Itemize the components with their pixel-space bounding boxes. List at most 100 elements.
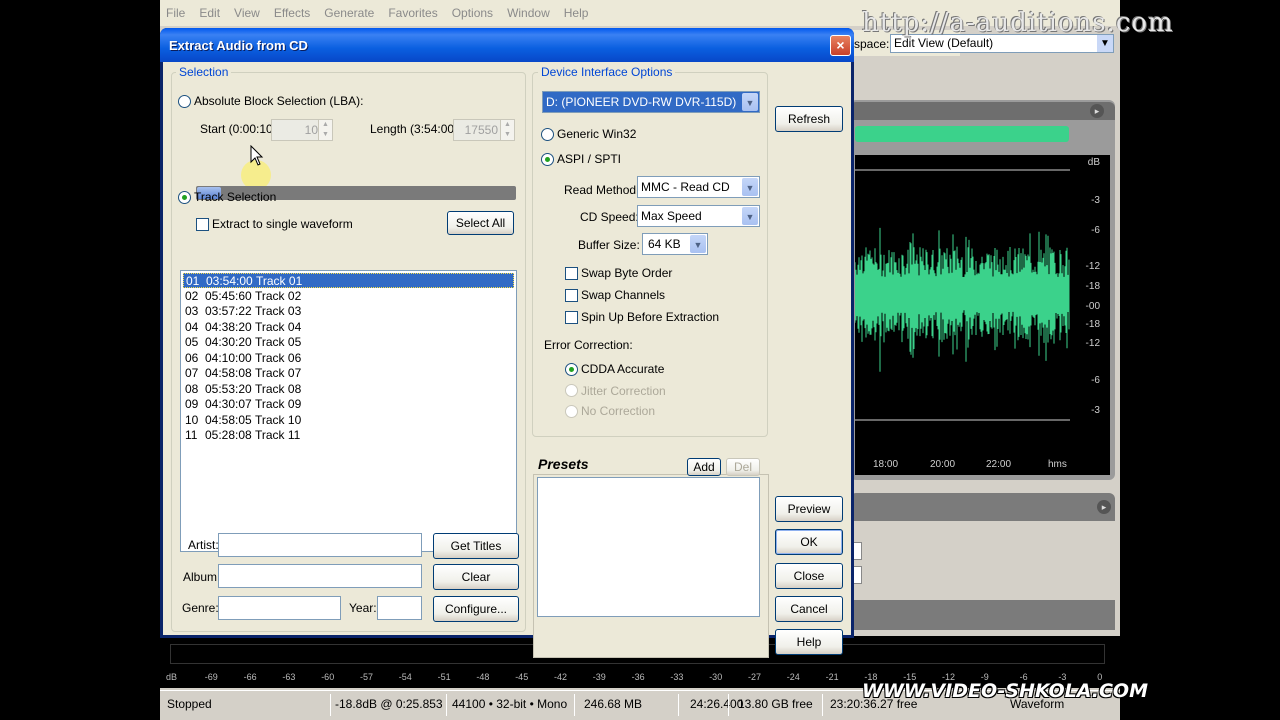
cdda-accurate-radio[interactable] [565, 363, 578, 376]
help-button[interactable]: Help [775, 629, 843, 655]
db-label: -00 [1085, 301, 1100, 312]
dialog-title: Extract Audio from CD [169, 38, 308, 53]
level-tick: -66 [243, 672, 257, 682]
select-all-button[interactable]: Select All [447, 211, 514, 235]
start-input[interactable]: 10 [271, 119, 323, 141]
level-tick: -45 [515, 672, 529, 682]
cancel-button[interactable]: Cancel [775, 596, 843, 622]
year-field[interactable] [377, 596, 422, 620]
menu-options[interactable]: Options [452, 6, 493, 20]
drive-value: D: (PIONEER DVD-RW DVR-115D) [546, 95, 737, 109]
track-row[interactable]: 02 05:45:60 Track 02 [183, 289, 514, 304]
clear-button[interactable]: Clear [433, 564, 519, 590]
level-tick: -57 [360, 672, 374, 682]
track-selection-radio[interactable] [178, 191, 191, 204]
artist-field[interactable] [218, 533, 422, 557]
track-duration: 04:30:07 [205, 397, 252, 411]
dialog-titlebar[interactable]: Extract Audio from CD × [160, 28, 854, 62]
extract-single-label: Extract to single waveform [212, 217, 353, 231]
length-spinner[interactable]: ▲ ▼ [500, 119, 515, 141]
jitter-correction-radio[interactable] [565, 384, 578, 397]
track-row[interactable]: 09 04:30:07 Track 09 [183, 397, 514, 412]
track-row[interactable]: 10 04:58:05 Track 10 [183, 413, 514, 428]
swap-byte-order-checkbox[interactable] [565, 267, 578, 280]
no-correction-radio[interactable] [565, 405, 578, 418]
read-method-select[interactable]: MMC - Read CD ▼ [637, 176, 760, 198]
preview-button[interactable]: Preview [775, 496, 843, 522]
ok-button[interactable]: OK [775, 529, 843, 555]
menu-help[interactable]: Help [564, 6, 589, 20]
swap-channels-checkbox[interactable] [565, 289, 578, 302]
extract-single-checkbox[interactable] [196, 218, 209, 231]
menu-window[interactable]: Window [507, 6, 550, 20]
absolute-block-radio[interactable] [178, 95, 191, 108]
level-tick: -54 [398, 672, 412, 682]
track-name: Track 11 [255, 428, 301, 442]
configure-button[interactable]: Configure... [433, 596, 519, 622]
spin-up-label: Spin Up Before Extraction [581, 310, 720, 324]
menu-generate[interactable]: Generate [324, 6, 374, 20]
time-label: 20:00 [930, 459, 956, 470]
length-input[interactable]: 17550 [453, 119, 503, 141]
menu-edit[interactable]: Edit [199, 6, 220, 20]
overview-bar[interactable] [855, 126, 1069, 142]
chevron-down-icon: ▼ [742, 207, 758, 225]
refresh-button[interactable]: Refresh [775, 106, 843, 132]
secondary-panel-header [850, 493, 1115, 521]
waveform-display[interactable] [855, 155, 1070, 455]
close-button[interactable]: Close [775, 563, 843, 589]
level-tick: -69 [204, 672, 218, 682]
get-titles-button[interactable]: Get Titles [433, 533, 519, 559]
track-number: 11 [185, 428, 198, 442]
track-number: 05 [185, 335, 199, 349]
genre-field[interactable] [218, 596, 341, 620]
track-name: Track 08 [255, 381, 302, 396]
no-correction-label: No Correction [581, 404, 656, 418]
cd-speed-select[interactable]: Max Speed ▼ [637, 205, 760, 227]
track-duration: 04:58:05 [205, 412, 252, 427]
generic-win32-radio[interactable] [541, 128, 554, 141]
track-list[interactable]: 01 03:54:00 Track 01 02 05:45:60 Track 02 03 03… [180, 270, 517, 552]
menu-file[interactable]: File [166, 6, 185, 20]
track-name: Track 09 [255, 397, 302, 411]
track-duration: 04:38:20 [205, 319, 252, 334]
delete-preset-button[interactable]: Del [726, 458, 760, 476]
track-row[interactable]: 01 03:54:00 Track 01 [183, 273, 514, 288]
track-row[interactable]: 05 04:30:20 Track 05 [183, 335, 514, 350]
level-tick: -30 [709, 672, 723, 682]
drive-select[interactable]: D: (PIONEER DVD-RW DVR-115D) ▼ [542, 91, 760, 113]
device-options-label: Device Interface Options [538, 65, 676, 79]
start-spinner[interactable]: ▲ ▼ [318, 119, 333, 141]
panel-menu-icon[interactable]: ▸ [1097, 500, 1111, 514]
track-number: 04 [185, 319, 199, 334]
track-row[interactable]: 03 03:57:22 Track 03 [183, 304, 514, 319]
swap-byte-order-label: Swap Byte Order [581, 266, 673, 280]
panel-menu-icon[interactable]: ▸ [1090, 104, 1104, 118]
level-tick: -24 [786, 672, 800, 682]
track-row[interactable]: 06 04:10:00 Track 06 [183, 351, 514, 366]
db-label: -18 [1085, 281, 1100, 292]
status-state: Stopped [167, 697, 212, 711]
track-row[interactable]: 04 04:38:20 Track 04 [183, 320, 514, 335]
level-tick: -63 [282, 672, 296, 682]
track-row[interactable]: 08 05:53:20 Track 08 [183, 382, 514, 397]
track-row[interactable]: 11 05:28:08 Track 11 [183, 428, 514, 443]
extract-audio-dialog: Extract Audio from CD × Selection Absolu… [160, 28, 854, 658]
track-row[interactable]: 07 04:58:08 Track 07 [183, 366, 514, 381]
close-icon[interactable]: × [830, 35, 851, 56]
menu-favorites[interactable]: Favorites [388, 6, 437, 20]
track-duration: 04:10:00 [205, 350, 252, 365]
presets-list[interactable] [537, 477, 760, 617]
menu-effects[interactable]: Effects [274, 6, 310, 20]
album-field[interactable] [218, 564, 422, 588]
track-number: 06 [185, 350, 199, 365]
track-name: Track 01 [256, 274, 303, 288]
level-tick: -51 [437, 672, 451, 682]
menu-view[interactable]: View [234, 6, 260, 20]
aspi-radio[interactable] [541, 153, 554, 166]
buffer-size-label: Buffer Size: [578, 238, 640, 252]
add-preset-button[interactable]: Add [687, 458, 721, 476]
chevron-down-icon: ▼ [742, 178, 758, 196]
spin-up-checkbox[interactable] [565, 311, 578, 324]
buffer-size-select[interactable]: 64 KB ▼ [642, 233, 708, 255]
